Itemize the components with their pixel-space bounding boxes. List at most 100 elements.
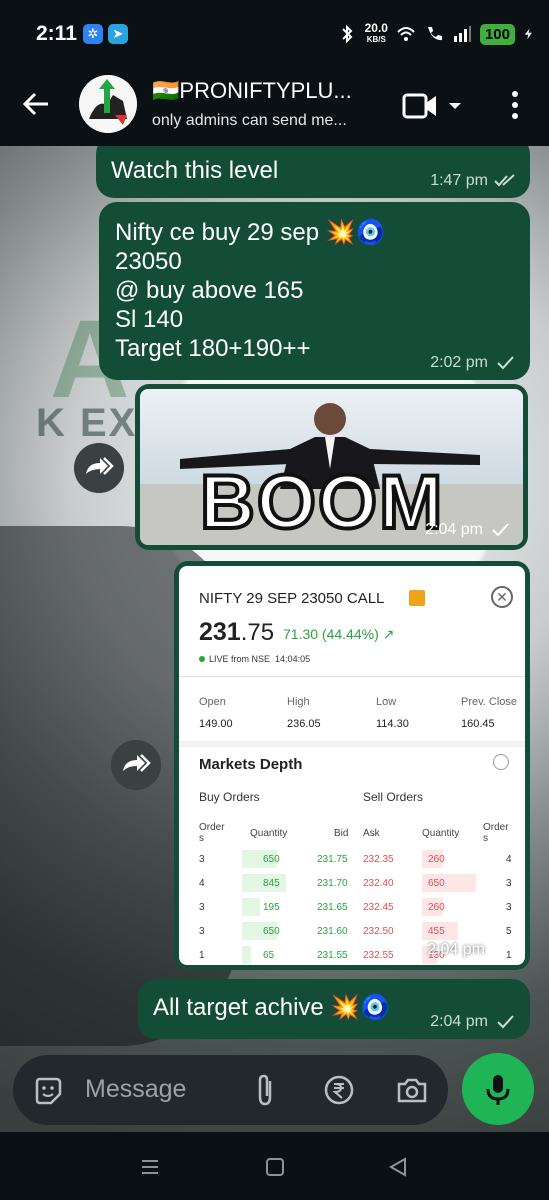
read-receipt-icon xyxy=(494,174,515,187)
sent-check-icon xyxy=(497,356,514,370)
message-text: Watch this level xyxy=(111,157,279,184)
prev-close-value: 160.45 xyxy=(461,718,495,730)
status-bar: 2:11 ✲ ➤ 20.0 KB/S 100 xyxy=(0,0,549,66)
low-label: Low xyxy=(376,696,397,708)
buy-orders-cell: 3 xyxy=(199,926,205,937)
sent-check-icon xyxy=(494,943,511,957)
message-input[interactable]: Message xyxy=(85,1075,186,1104)
boom-gif[interactable]: BOOM 2:04 pm xyxy=(140,389,523,545)
microphone-icon[interactable] xyxy=(462,1053,534,1125)
prev-close-label: Prev. Close xyxy=(461,696,518,708)
message-text: Nifty ce buy 29 sep 💥🧿 23050 @ buy above… xyxy=(115,219,386,362)
message-meta: 2:04 pm xyxy=(425,521,511,539)
back-nav-icon[interactable] xyxy=(387,1156,409,1178)
sell-orders-cell: 4 xyxy=(506,854,512,865)
bid-price-cell: 231.70 xyxy=(317,878,348,889)
signal-icon xyxy=(453,26,471,42)
quantity-col-header: Quantity xyxy=(250,828,288,839)
more-options-icon[interactable] xyxy=(500,88,530,122)
open-value: 149.00 xyxy=(199,718,233,730)
message-bubble[interactable]: All target achive 💥🧿 2:04 pm xyxy=(138,979,530,1039)
depth-row: 3 195 231.65 232.45 260 3 xyxy=(179,896,525,920)
message-time: 2:04 pm xyxy=(427,941,485,958)
message-meta: 2:04 pm xyxy=(427,941,513,959)
boom-caption: BOOM xyxy=(198,458,445,545)
message-time: 2:04 pm xyxy=(425,521,483,538)
buy-orders-cell: 3 xyxy=(199,902,205,913)
ask-price-cell: 232.40 xyxy=(363,878,394,889)
message-bubble[interactable]: Nifty ce buy 29 sep 💥🧿 23050 @ buy above… xyxy=(99,202,530,380)
high-value: 236.05 xyxy=(287,718,321,730)
collapse-icon xyxy=(493,754,509,770)
sticker-icon[interactable] xyxy=(33,1076,63,1106)
payment-rupee-icon[interactable] xyxy=(323,1074,355,1106)
status-time: 2:11 xyxy=(36,22,77,45)
high-label: High xyxy=(287,696,310,708)
external-link-icon xyxy=(409,590,425,606)
message-meta: 2:02 pm xyxy=(430,354,516,372)
buy-orders-header: Buy Orders xyxy=(199,790,260,804)
image-message[interactable]: BOOM 2:04 pm xyxy=(135,384,528,550)
message-meta: 2:04 pm xyxy=(430,1013,516,1031)
sent-check-icon xyxy=(497,1015,514,1029)
sell-quantity-cell: 455 xyxy=(428,926,445,937)
last-price: 231.75 xyxy=(199,618,275,646)
close-icon: ✕ xyxy=(491,586,513,608)
depth-row: 3 650 231.75 232.35 260 4 xyxy=(179,848,525,872)
wifi-icon xyxy=(397,27,415,41)
buy-orders-cell: 3 xyxy=(199,854,205,865)
price-change: 71.30 (44.44%) ↗ xyxy=(283,626,395,642)
markets-depth-title: Markets Depth xyxy=(199,756,303,773)
app-notification-icon: ✲ xyxy=(83,24,103,44)
buy-quantity-cell: 650 xyxy=(263,854,280,865)
home-icon[interactable] xyxy=(264,1156,286,1178)
sell-orders-cell: 3 xyxy=(506,902,512,913)
option-quote-card[interactable]: NIFTY 29 SEP 23050 CALL ✕ 231.75 71.30 (… xyxy=(179,566,525,965)
chat-title[interactable]: 🇮🇳PRONIFTYPLU... xyxy=(152,78,387,104)
message-text: All target achive 💥🧿 xyxy=(153,994,391,1021)
message-time: 2:04 pm xyxy=(430,1013,488,1030)
status-right: 20.0 KB/S 100 xyxy=(337,20,535,48)
ask-price-cell: 232.45 xyxy=(363,902,394,913)
buy-quantity-bar xyxy=(242,898,260,916)
chat-area[interactable]: A K EXCH Watch this level 1:47 pm Nifty … xyxy=(0,146,549,1132)
charging-icon xyxy=(524,28,532,40)
chat-subtitle[interactable]: only admins can send me... xyxy=(152,112,387,130)
sell-quantity-cell: 650 xyxy=(428,878,445,889)
sell-orders-cell: 5 xyxy=(506,926,512,937)
back-arrow-icon[interactable] xyxy=(22,89,52,119)
chat-header: 🇮🇳PRONIFTYPLU... only admins can send me… xyxy=(0,66,549,146)
buy-quantity-cell: 650 xyxy=(263,926,280,937)
camera-icon[interactable] xyxy=(396,1075,428,1105)
ask-price-cell: 232.35 xyxy=(363,854,394,865)
forward-icon[interactable] xyxy=(74,443,124,493)
orders-col-header-sell: Order s xyxy=(483,822,509,844)
message-meta: 1:47 pm xyxy=(430,172,516,190)
forward-icon[interactable] xyxy=(111,740,161,790)
bid-price-cell: 231.65 xyxy=(317,902,348,913)
sell-orders-cell: 3 xyxy=(506,878,512,889)
live-indicator: LIVE from NSE 14:04:05 xyxy=(199,654,310,664)
attach-icon[interactable] xyxy=(251,1073,279,1107)
recent-apps-icon[interactable] xyxy=(139,1156,161,1178)
sell-quantity-cell: 260 xyxy=(428,854,445,865)
network-speed: 20.0 KB/S xyxy=(364,21,388,44)
orders-col-header: Order s xyxy=(199,822,225,844)
bid-price-cell: 231.75 xyxy=(317,854,348,865)
message-bubble[interactable]: Watch this level 1:47 pm xyxy=(96,146,530,198)
buy-orders-cell: 4 xyxy=(199,878,205,889)
sell-orders-header: Sell Orders xyxy=(363,790,424,804)
message-time: 2:02 pm xyxy=(430,354,488,371)
group-avatar[interactable] xyxy=(79,75,137,133)
bluetooth-icon xyxy=(341,24,353,44)
sell-quantity-cell: 260 xyxy=(428,902,445,913)
video-call-icon[interactable] xyxy=(402,92,464,120)
message-composer[interactable]: Message xyxy=(13,1055,448,1125)
bid-price-cell: 231.55 xyxy=(317,950,348,961)
ask-price-cell: 232.55 xyxy=(363,950,394,961)
ask-price-cell: 232.50 xyxy=(363,926,394,937)
sent-check-icon xyxy=(492,523,509,537)
message-time: 1:47 pm xyxy=(430,172,488,189)
image-message[interactable]: NIFTY 29 SEP 23050 CALL ✕ 231.75 71.30 (… xyxy=(174,561,530,970)
battery-level: 100 xyxy=(479,23,515,45)
